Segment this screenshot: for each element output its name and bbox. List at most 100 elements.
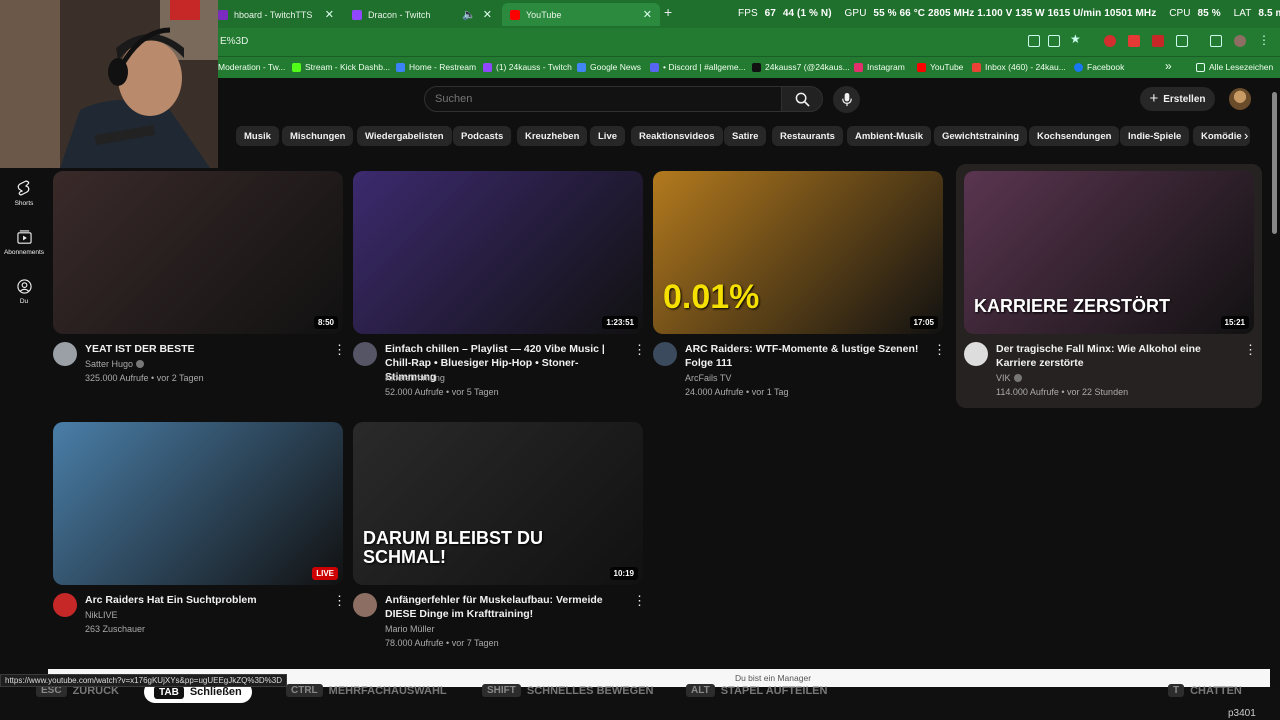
filter-chip[interactable]: Reaktionsvideos — [631, 126, 723, 146]
filter-chip[interactable]: Indie-Spiele — [1120, 126, 1190, 146]
channel-name[interactable]: ArcFails TV — [685, 371, 731, 385]
new-tab-button[interactable]: + — [664, 4, 672, 20]
video-thumbnail[interactable]: 8:50 — [53, 171, 343, 334]
video-thumbnail[interactable]: 1:23:51 — [353, 171, 643, 334]
browser-tab[interactable]: Dracon - Twitch 🔈 ✕ — [344, 3, 500, 26]
hotkey-chat[interactable]: T CHATTEN — [1168, 684, 1242, 697]
translate-icon[interactable] — [1028, 35, 1040, 47]
filter-chip[interactable]: Podcasts — [453, 126, 512, 146]
address-text[interactable]: E%3D — [220, 36, 248, 47]
close-tab-icon[interactable]: ✕ — [483, 8, 492, 21]
video-thumbnail[interactable]: LIVE — [53, 422, 343, 585]
more-options-icon[interactable]: ⋮ — [333, 594, 346, 607]
install-icon[interactable] — [1048, 35, 1060, 47]
browser-tab[interactable]: hboard - TwitchTTS ✕ — [210, 3, 342, 26]
video-thumbnail[interactable]: KARRIERE ZERSTÖRT 15:21 — [964, 171, 1254, 334]
video-meta: 114.000 Aufrufe • vor 22 Stunden — [996, 387, 1129, 397]
channel-name[interactable]: Kifferstimmung — [385, 371, 445, 385]
shorts-icon — [17, 180, 30, 196]
video-title[interactable]: ARC Raiders: WTF-Momente & lustige Szene… — [685, 342, 925, 370]
search-input[interactable] — [435, 93, 765, 105]
channel-avatar[interactable] — [964, 342, 988, 366]
channel-avatar[interactable] — [53, 342, 77, 366]
filter-chip[interactable]: Kochsendungen — [1029, 126, 1120, 146]
hotkey-ctrl[interactable]: CTRL MEHRFACHAUSWAHL — [286, 684, 447, 697]
extension-icon[interactable] — [1128, 35, 1140, 47]
video-thumbnail[interactable]: DARUM BLEIBST DU SCHMAL! 10:19 — [353, 422, 643, 585]
extensions-puzzle-icon[interactable] — [1176, 35, 1188, 47]
channel-avatar[interactable] — [353, 593, 377, 617]
video-title[interactable]: Der tragische Fall Minx: Wie Alkohol ein… — [996, 342, 1236, 370]
all-bookmarks-button[interactable]: Alle Lesezeichen — [1196, 62, 1273, 72]
filter-chip[interactable]: Restaurants — [772, 126, 843, 146]
search-field[interactable] — [424, 86, 782, 112]
close-tab-icon[interactable]: ✕ — [643, 8, 652, 21]
bookmark[interactable]: Moderation - Tw... — [218, 62, 285, 72]
bookmark[interactable]: Facebook — [1074, 62, 1124, 72]
more-options-icon[interactable]: ⋮ — [333, 343, 346, 356]
extension-icon[interactable] — [1152, 35, 1164, 47]
bookmark[interactable]: Stream - Kick Dashb... — [292, 62, 390, 72]
restream-icon — [396, 62, 405, 72]
channel-avatar[interactable] — [353, 342, 377, 366]
youtube-icon — [510, 9, 520, 20]
filter-chip[interactable]: Satire — [724, 126, 767, 146]
page-scrollbar[interactable] — [1272, 92, 1277, 234]
bookmark-star-icon[interactable]: ★ — [1070, 32, 1082, 46]
more-options-icon[interactable]: ⋮ — [933, 343, 946, 356]
rail-item-you[interactable]: Du — [0, 279, 48, 305]
rail-item-shorts[interactable]: Shorts — [0, 180, 48, 207]
search-button[interactable] — [781, 86, 823, 112]
thumbnail-overlay-text: DARUM BLEIBST DU SCHMAL! — [363, 528, 543, 568]
filter-chip[interactable]: Musik — [236, 126, 279, 146]
menu-icon[interactable]: ⋮ — [1258, 33, 1270, 47]
key-cap: TAB — [154, 685, 184, 699]
bookmarks-overflow-button[interactable]: » — [1165, 59, 1172, 73]
video-title[interactable]: Anfängerfehler für Muskelaufbau: Vermeid… — [385, 593, 625, 621]
bookmark[interactable]: Instagram — [854, 62, 905, 72]
instagram-icon — [854, 62, 863, 72]
filter-chip[interactable]: Gewichtstraining — [934, 126, 1028, 146]
more-options-icon[interactable]: ⋮ — [1244, 343, 1257, 356]
create-button[interactable]: + Erstellen — [1140, 87, 1215, 111]
reading-list-icon[interactable] — [1210, 35, 1222, 47]
channel-avatar[interactable] — [53, 593, 77, 617]
browser-tab-active[interactable]: YouTube ✕ — [502, 3, 660, 26]
video-thumbnail[interactable]: 0.01% 17:05 — [653, 171, 943, 334]
bookmark[interactable]: 24kauss7 (@24kaus... — [752, 62, 850, 72]
channel-name[interactable]: Mario Müller — [385, 622, 435, 636]
bookmark[interactable]: (1) 24kauss - Twitch — [483, 62, 572, 72]
rail-label: Abonnements — [3, 249, 45, 256]
filter-chip[interactable]: Ambient-Musik — [847, 126, 932, 146]
bookmark[interactable]: YouTube — [917, 62, 963, 72]
audio-icon[interactable]: 🔈 — [462, 8, 476, 21]
hotkey-alt[interactable]: ALT STAPEL AUFTEILEN — [686, 684, 827, 697]
duration-badge: 15:21 — [1220, 316, 1249, 329]
profile-icon[interactable] — [1234, 35, 1246, 47]
bookmark[interactable]: Home - Restream — [396, 62, 476, 72]
filter-chip[interactable]: Live — [590, 126, 626, 146]
more-options-icon[interactable]: ⋮ — [633, 594, 646, 607]
account-avatar[interactable] — [1229, 88, 1251, 110]
channel-name[interactable]: NikLIVE — [85, 608, 118, 622]
rail-item-subscriptions[interactable]: Abonnements — [0, 230, 48, 256]
channel-avatar[interactable] — [653, 342, 677, 366]
filter-chip[interactable]: Mischungen — [282, 126, 354, 146]
hotkey-shift[interactable]: SHIFT SCHNELLES BEWEGEN — [482, 684, 653, 697]
filter-chip[interactable]: Wiedergabelisten — [357, 126, 452, 146]
bookmark[interactable]: Inbox (460) - 24kau... — [972, 62, 1066, 72]
filter-chip[interactable]: Komödie — [1193, 126, 1250, 146]
video-title[interactable]: Arc Raiders Hat Ein Suchtproblem — [85, 593, 325, 607]
bookmark[interactable]: • Discord | #allgeme... — [650, 62, 746, 72]
extension-icon[interactable] — [1104, 35, 1116, 47]
channel-name[interactable]: VIK — [996, 371, 1022, 385]
video-title[interactable]: YEAT IST DER BESTE — [85, 342, 325, 356]
voice-search-button[interactable] — [833, 86, 860, 113]
bookmark[interactable]: Google News — [577, 62, 641, 72]
channel-name[interactable]: Satter Hugo — [85, 357, 145, 371]
google-news-icon — [577, 62, 586, 72]
chevron-right-icon[interactable]: › — [1244, 128, 1248, 143]
more-options-icon[interactable]: ⋮ — [633, 343, 646, 356]
filter-chip[interactable]: Kreuzheben — [517, 126, 588, 146]
close-tab-icon[interactable]: ✕ — [325, 8, 334, 21]
